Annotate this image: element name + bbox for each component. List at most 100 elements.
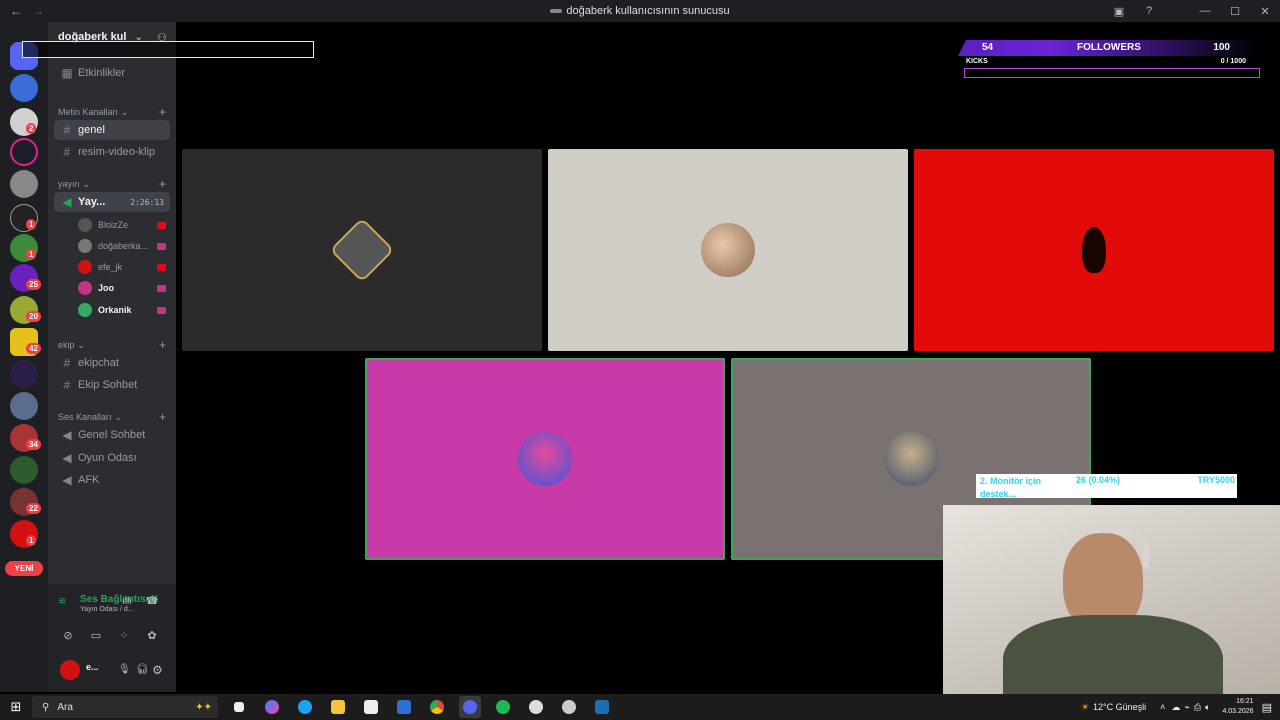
obs-icon[interactable] xyxy=(525,696,547,718)
mail-icon[interactable] xyxy=(393,696,415,718)
notifications-icon[interactable]: ▤ xyxy=(1262,701,1272,714)
github-icon[interactable] xyxy=(558,696,580,718)
voice-location[interactable]: Yayın Odası / d... xyxy=(80,606,134,613)
activities-icon[interactable]: ⁘ xyxy=(112,626,136,646)
disconnect-icon[interactable]: ☎ xyxy=(146,596,158,607)
inbox-icon[interactable]: ▣ xyxy=(1104,5,1134,18)
add-channel-icon[interactable]: + xyxy=(159,338,166,352)
close-button[interactable]: ✕ xyxy=(1250,5,1280,18)
forward-button[interactable]: → xyxy=(32,4,44,18)
maximize-button[interactable]: ☐ xyxy=(1220,5,1250,18)
edge-icon[interactable] xyxy=(294,696,316,718)
unread-badge: 42 xyxy=(26,343,41,354)
screen-share-icon[interactable]: ▭ xyxy=(84,626,108,646)
channel-genel[interactable]: # genel xyxy=(54,120,170,140)
hash-icon: # xyxy=(63,123,71,137)
window-title: doğaberk kullanıcısının sunucusu xyxy=(0,5,1280,17)
voice-user[interactable]: BloizZe xyxy=(78,216,170,234)
unread-badge: 1 xyxy=(26,535,37,546)
voice-channel-afk[interactable]: ◀ AFK xyxy=(54,470,170,490)
avatar[interactable] xyxy=(60,660,80,680)
kicks-label: KICKS xyxy=(966,58,988,65)
channel-label: ekipchat xyxy=(78,357,119,369)
server-icon[interactable] xyxy=(10,456,38,484)
category-text-channels[interactable]: Metin Kanalları ⌄ + xyxy=(58,105,170,119)
new-badge[interactable]: YENİ xyxy=(5,561,43,576)
server-rail: 2 1 1 25 20 42 34 22 1 YENİ xyxy=(0,22,48,692)
user-name: e... xyxy=(86,662,99,672)
add-channel-icon[interactable]: + xyxy=(159,177,166,191)
soundboard-icon[interactable]: ✿ xyxy=(140,626,164,646)
camera-off-icon[interactable]: ⊘ xyxy=(56,626,80,646)
video-tile[interactable] xyxy=(548,149,908,351)
windows-start-icon[interactable]: ⊞ xyxy=(0,699,32,715)
voice-user[interactable]: efe_jk xyxy=(78,258,170,276)
server-icon[interactable] xyxy=(10,360,38,388)
channel-ekip-sohbet[interactable]: # Ekip Sohbet xyxy=(54,375,170,395)
category-live[interactable]: yayın ⌄ + xyxy=(58,177,170,191)
headphones-icon[interactable]: 🎧︎ xyxy=(136,664,149,675)
help-icon[interactable]: ? xyxy=(1134,5,1164,17)
chevron-up-icon[interactable]: ˄ xyxy=(1160,702,1165,712)
channel-label: Genel Sohbet xyxy=(78,429,146,441)
channel-timer: 2:26:13 xyxy=(130,197,164,207)
unread-badge: 34 xyxy=(26,439,41,450)
server-icon xyxy=(550,9,563,14)
voice-user[interactable]: Joo xyxy=(78,279,170,297)
steam-icon[interactable] xyxy=(591,696,613,718)
donation-amount: 26 (0.04%) xyxy=(1076,475,1121,485)
stream-overlay-box xyxy=(22,41,314,58)
channel-resim-video-klip[interactable]: # resim-video-klip xyxy=(54,142,170,162)
task-view-icon[interactable] xyxy=(228,696,250,718)
add-channel-icon[interactable]: + xyxy=(159,410,166,424)
kicks-progress-bar xyxy=(964,68,1260,78)
category-voice-channels[interactable]: Ses Kanalları ⌄ + xyxy=(58,410,170,424)
clock[interactable]: 16:21 4.03.2026 xyxy=(1222,697,1253,717)
weather-icon[interactable]: ☀ xyxy=(1081,702,1089,713)
server-icon[interactable] xyxy=(10,74,38,102)
donation-goal-widget: 2. Monitör için destek... 26 (0.04%) TRY… xyxy=(976,474,1237,499)
discord-icon[interactable] xyxy=(459,696,481,718)
unread-badge: 1 xyxy=(26,219,37,230)
video-tile[interactable] xyxy=(365,358,725,560)
clock-time: 16:21 xyxy=(1236,698,1254,705)
hash-icon: # xyxy=(63,378,71,392)
voice-channel-genel-sohbet[interactable]: ◀ Genel Sohbet xyxy=(54,425,170,445)
video-tile[interactable] xyxy=(914,149,1274,351)
settings-icon[interactable]: ⚙ xyxy=(152,663,163,677)
server-icon[interactable] xyxy=(10,392,38,420)
sidebar-item-events[interactable]: ▦ Etkinlikler xyxy=(54,63,170,83)
weather-text[interactable]: 12°C Güneşli xyxy=(1093,702,1146,712)
spotify-icon[interactable] xyxy=(492,696,514,718)
voice-user[interactable]: Orkanik xyxy=(78,301,170,319)
tray-icons[interactable]: ☁⌁⎙🔈︎ xyxy=(1171,702,1214,713)
back-button[interactable]: ← xyxy=(10,4,22,18)
minimize-button[interactable]: — xyxy=(1190,5,1220,17)
add-channel-icon[interactable]: + xyxy=(159,105,166,119)
copilot-icon[interactable] xyxy=(261,696,283,718)
unread-badge: 1 xyxy=(26,249,37,260)
server-icon[interactable] xyxy=(10,138,38,166)
chrome-icon[interactable] xyxy=(426,696,448,718)
channel-label: AFK xyxy=(78,474,100,486)
store-icon[interactable] xyxy=(360,696,382,718)
soundboard-icon[interactable]: ıllı xyxy=(122,596,132,607)
voice-user[interactable]: doğaberka... xyxy=(78,237,170,255)
video-tile[interactable] xyxy=(182,149,542,351)
file-explorer-icon[interactable] xyxy=(327,696,349,718)
microphone-icon[interactable]: 🎙︎ xyxy=(118,664,131,675)
channel-label: Oyun Odası xyxy=(78,452,137,464)
server-icon[interactable] xyxy=(10,170,38,198)
avatar xyxy=(518,432,572,486)
category-team[interactable]: ekip ⌄ + xyxy=(58,338,170,352)
channel-ekipchat[interactable]: # ekipchat xyxy=(54,353,170,373)
voice-channel-live[interactable]: ◀ Yay... 2:26:13 xyxy=(54,192,170,212)
sidebar-item-label: Etkinlikler xyxy=(78,67,126,79)
headphones-icon xyxy=(1057,527,1149,567)
copilot-icon[interactable]: ✦✦ xyxy=(195,702,212,713)
unread-badge: 20 xyxy=(26,311,41,322)
voice-channel-oyun-odasi[interactable]: ◀ Oyun Odası xyxy=(54,448,170,468)
voice-user-name: BloizZe xyxy=(98,220,129,230)
title-bar: ← → doğaberk kullanıcısının sunucusu ▣ ?… xyxy=(0,0,1280,22)
taskbar-search[interactable]: ⚲ Ara ✦✦ xyxy=(32,696,218,718)
